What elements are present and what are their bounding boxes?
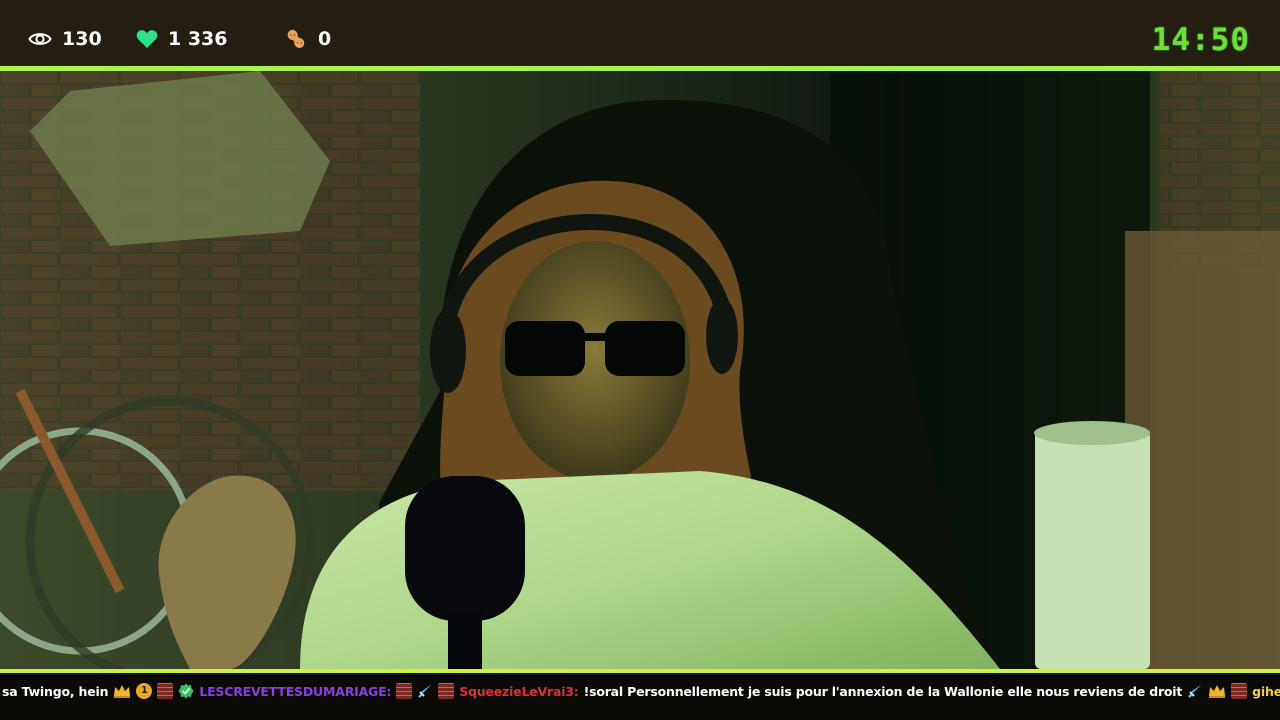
sword-icon: [417, 683, 433, 699]
brick-emote-icon: [1231, 683, 1248, 699]
chat-message-text: sa Twingo, hein: [2, 683, 109, 699]
brick-emote-icon: [396, 683, 413, 699]
webcam-video: [0, 71, 1280, 669]
brick-emote-icon: [157, 683, 174, 699]
heart-icon: [136, 29, 158, 49]
chat-username: gihel:: [1252, 683, 1280, 699]
crown-icon: [113, 683, 131, 699]
peanut-icon: [284, 27, 308, 51]
viewer-count-value: 130: [62, 28, 102, 50]
viewer-count: 130: [28, 22, 102, 56]
chat-ticker-track: sa Twingo, hein 1 LESCREVETTESDUMARIAGE:…: [2, 678, 1280, 704]
sword-icon: [1187, 683, 1203, 699]
crown-icon: [1208, 683, 1226, 699]
bits-count-value: 0: [318, 28, 332, 50]
eye-icon: [28, 30, 52, 48]
chat-username: LESCREVETTESDUMARIAGE:: [199, 683, 392, 699]
like-count-value: 1 336: [168, 28, 228, 50]
verified-badge-icon: [178, 683, 194, 699]
bits-count: 0: [284, 22, 331, 56]
chat-message-text: !soral Personnellement je suis pour l'an…: [583, 683, 1183, 699]
brick-emote-icon: [438, 683, 455, 699]
stream-stats-bar: 130 1 336 0 14:50: [0, 0, 1280, 66]
like-count: 1 336: [136, 22, 228, 56]
chat-username: SqueezieLeVrai3:: [459, 683, 579, 699]
chat-ticker: sa Twingo, hein 1 LESCREVETTESDUMARIAGE:…: [0, 673, 1280, 720]
stream-clock: 14:50: [1151, 22, 1250, 58]
number-badge-icon: 1: [136, 683, 153, 699]
